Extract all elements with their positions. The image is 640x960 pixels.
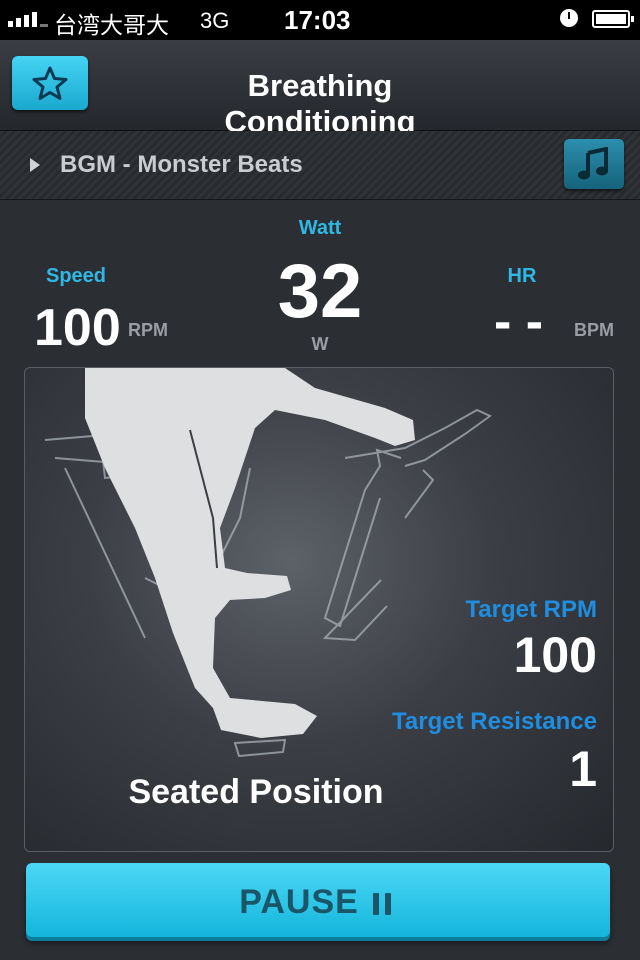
exercise-panel: Seated Position Target RPM 100 Target Re… xyxy=(24,367,614,852)
play-icon xyxy=(30,158,40,172)
speed-unit: RPM xyxy=(128,320,168,340)
status-bar: 台湾大哥大 3G 17:03 xyxy=(0,0,640,40)
speed-value: 100 xyxy=(34,299,121,357)
bgm-label: BGM - Monster Beats xyxy=(60,151,303,178)
alarm-clock-icon xyxy=(560,9,578,27)
hr-unit: BPM xyxy=(574,320,614,340)
watt-value: 32 xyxy=(277,249,363,334)
pause-icon xyxy=(372,885,397,924)
hr-value: - - xyxy=(494,293,544,351)
page-title: Breathing Conditioning xyxy=(224,68,416,139)
speed-label: Speed xyxy=(45,265,107,287)
header-bar: Breathing Conditioning xyxy=(0,40,640,139)
target-rpm-value: 100 xyxy=(513,627,597,683)
pause-label: PAUSE xyxy=(239,883,359,921)
signal-strength-icon xyxy=(8,12,48,27)
bgm-bar[interactable]: BGM - Monster Beats xyxy=(0,131,640,200)
network-type: 3G xyxy=(200,8,230,33)
star-icon xyxy=(32,66,68,100)
watt-label: Watt xyxy=(298,217,342,239)
target-rpm-label: Target RPM xyxy=(465,596,597,623)
hr-label: HR xyxy=(507,265,537,287)
pause-button[interactable]: PAUSE xyxy=(26,863,610,937)
position-label: Seated Position xyxy=(128,773,384,811)
battery-icon xyxy=(592,10,634,28)
favorite-button[interactable] xyxy=(12,56,88,110)
music-note-icon xyxy=(578,147,608,180)
watt-unit: W xyxy=(311,334,329,354)
target-resistance-value: 1 xyxy=(569,741,597,797)
carrier-name: 台湾大哥大 xyxy=(54,13,169,39)
target-resistance-label: Target Resistance xyxy=(392,708,597,735)
music-button[interactable] xyxy=(564,139,624,189)
status-time: 17:03 xyxy=(284,5,351,35)
